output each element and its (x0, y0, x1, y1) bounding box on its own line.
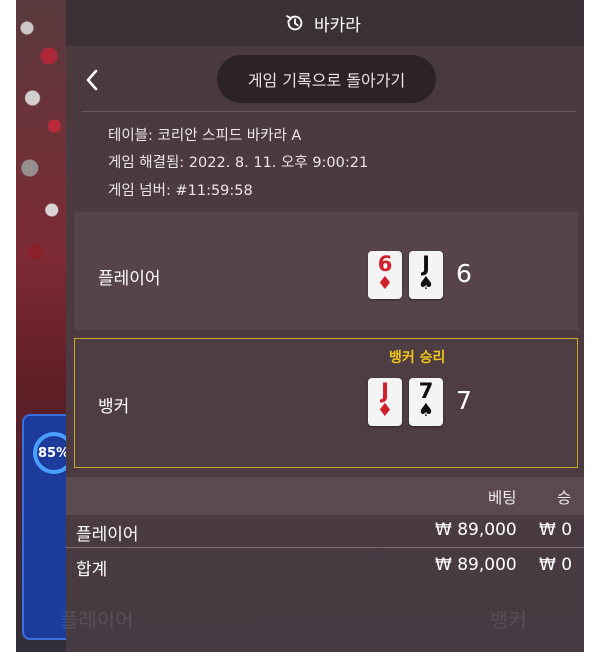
total-bet-amount: ₩ 89,000 (435, 555, 517, 575)
banker-card-1: J ♦ (368, 378, 402, 426)
table-name: 테이블: 코리안 스피드 바카라 A (108, 128, 302, 144)
player-score: 6 (456, 259, 472, 288)
spade-icon: ♠ (417, 273, 435, 294)
background-player-label: 플레이어 (60, 608, 134, 632)
column-header-win: 승 (557, 489, 572, 507)
banker-hand-row (74, 338, 578, 468)
history-icon (286, 15, 303, 31)
spade-icon: ♠ (417, 400, 435, 421)
player-card-2: J ♠ (409, 251, 443, 299)
screen: 85% 바카라 게임 기록으로 돌아가기 테이블: 코리안 스피드 바카라 A … (0, 0, 600, 652)
panel-title: 바카라 (284, 10, 361, 36)
row-bet-type: 플레이어 (76, 525, 139, 545)
chip-stack-decoration (16, 0, 71, 280)
percent-text: 85% (38, 446, 70, 461)
banker-win-label: 뱅커 승리 (389, 350, 446, 366)
game-number: 게임 넘버: #11:59:58 (108, 183, 253, 199)
background-right (584, 0, 600, 652)
player-label: 플레이어 (98, 269, 161, 289)
player-card-1: 6 ♦ (368, 251, 402, 299)
total-win-amount: ₩ 0 (539, 555, 573, 575)
row-bet-amount: ₩ 89,000 (435, 520, 517, 540)
banker-card-2: 7 ♠ (409, 378, 443, 426)
background-banker-label: 뱅커 (490, 608, 527, 632)
column-header-bet: 베팅 (488, 489, 517, 507)
row-divider (66, 547, 584, 548)
resolved-time: 게임 해결됨: 2022. 8. 11. 오후 9:00:21 (108, 155, 369, 171)
banker-score: 7 (456, 386, 472, 415)
banker-label: 뱅커 (98, 397, 130, 417)
back-button[interactable] (80, 66, 104, 94)
title-text: 바카라 (314, 15, 361, 36)
back-to-history-button[interactable]: 게임 기록으로 돌아가기 (217, 55, 436, 103)
diamond-icon: ♦ (376, 400, 394, 421)
total-label: 합계 (76, 560, 108, 580)
row-win-amount: ₩ 0 (539, 520, 573, 540)
diamond-icon: ♦ (376, 273, 394, 294)
chevron-left-icon (86, 69, 98, 91)
divider (82, 111, 576, 112)
